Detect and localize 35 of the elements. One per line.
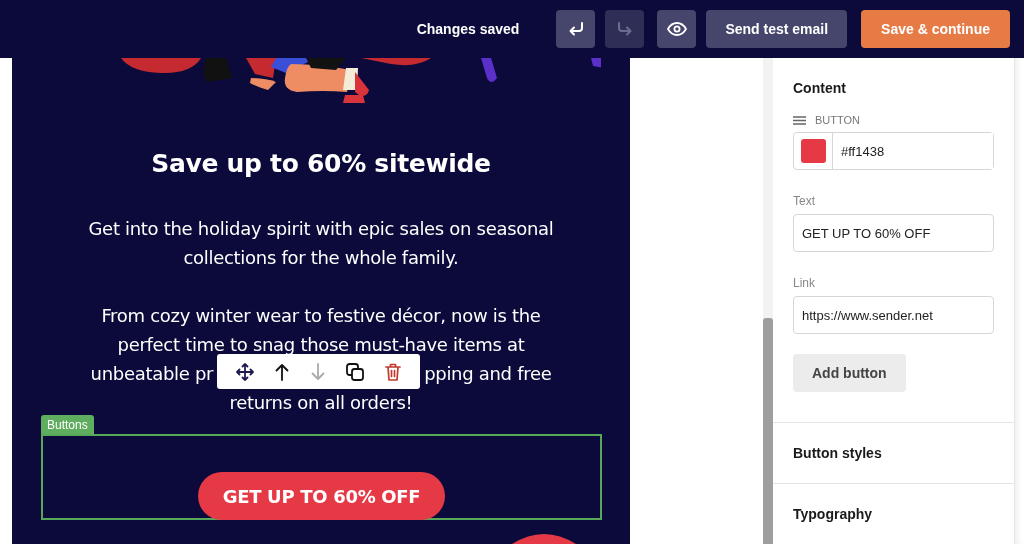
duplicate-button[interactable] <box>344 360 366 383</box>
email-text-line: returns on all orders! <box>229 391 413 415</box>
field-label: Text <box>793 194 816 208</box>
send-test-button[interactable]: Send test email <box>706 10 848 48</box>
email-heading: Save up to 60% sitewide <box>151 149 491 178</box>
color-field[interactable]: #ff1438 <box>793 132 994 170</box>
email-paragraph: Get into the holiday spirit with epic sales on seasonal collections for the whole family. <box>87 217 555 270</box>
email-text-line: pping and free <box>424 362 552 386</box>
redo-icon <box>615 20 634 38</box>
eye-icon <box>666 22 687 36</box>
arrow-down-icon <box>310 362 325 381</box>
preview-button[interactable] <box>657 10 697 48</box>
drag-handle-icon[interactable] <box>793 115 806 125</box>
scrollbar-thumb[interactable] <box>763 318 773 544</box>
block-label: Buttons <box>41 415 94 434</box>
email-text-line: perfect time to snag those must-have items at <box>117 333 525 357</box>
trash-icon <box>385 362 402 381</box>
field-label: Link <box>793 276 816 290</box>
section-title: Content <box>793 80 847 96</box>
move-button[interactable] <box>233 360 256 383</box>
item-label: BUTTON <box>815 114 861 126</box>
collapsed-section[interactable]: Typography <box>773 484 1014 544</box>
email-text-line: From cozy winter wear to festive décor, now is the <box>101 304 541 328</box>
collapsed-section[interactable]: Button styles <box>773 423 1014 484</box>
email-text-line: unbeatable pr <box>90 362 214 386</box>
save-status: Changes saved <box>416 21 520 37</box>
arrow-up-icon <box>275 362 290 381</box>
add-button[interactable]: Add button <box>793 354 906 392</box>
cta-button[interactable]: GET UP TO 60% OFF <box>198 472 445 520</box>
duplicate-icon <box>346 362 364 381</box>
text-field[interactable]: GET UP TO 60% OFF <box>793 214 994 252</box>
move-icon <box>235 362 254 381</box>
link-field[interactable]: https://www.sender.net <box>793 296 994 334</box>
undo-button[interactable] <box>556 10 596 48</box>
color-swatch[interactable] <box>800 139 826 163</box>
